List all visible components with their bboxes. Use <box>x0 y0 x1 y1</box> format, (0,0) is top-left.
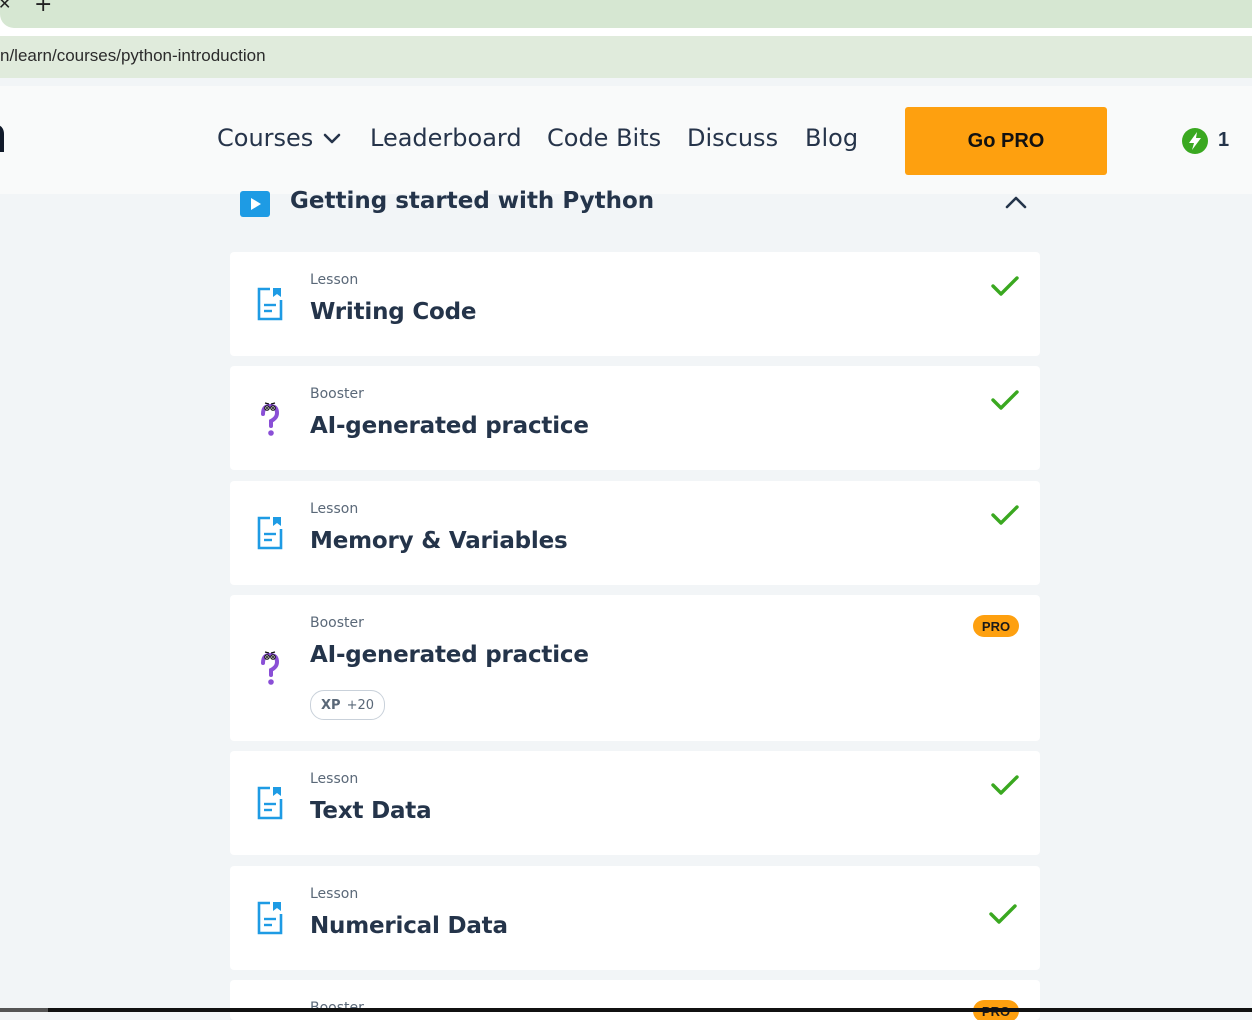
browser-tabstrip: ✕ + <box>0 0 1252 36</box>
question-mascot-icon <box>261 651 280 685</box>
xp-label: XP <box>321 697 341 713</box>
item-title: Memory & Variables <box>310 528 568 554</box>
item-title: AI-generated practice <box>310 413 589 439</box>
lesson-doc-icon <box>257 516 283 550</box>
check-icon <box>991 775 1019 795</box>
nav-leaderboard[interactable]: Leaderboard <box>370 124 522 152</box>
list-item[interactable]: Booster PRO <box>230 980 1040 1020</box>
item-type: Lesson <box>310 771 359 787</box>
check-icon <box>991 390 1019 410</box>
lesson-doc-icon <box>257 287 283 321</box>
tab-bar <box>0 0 1252 28</box>
lesson-doc-icon <box>257 901 283 935</box>
new-tab-button[interactable]: + <box>34 0 52 17</box>
streak-count[interactable]: 1 <box>1218 129 1229 152</box>
lesson-doc-icon <box>257 786 283 820</box>
chevron-up-icon[interactable] <box>1004 194 1028 210</box>
item-title: AI-generated practice <box>310 642 589 668</box>
module-header[interactable]: Getting started with Python <box>230 180 1040 230</box>
list-item[interactable]: Booster AI-generated practice <box>230 366 1040 470</box>
nav-discuss[interactable]: Discuss <box>687 124 778 152</box>
list-item[interactable]: Lesson Numerical Data <box>230 866 1040 970</box>
list-item[interactable]: Lesson Writing Code <box>230 252 1040 356</box>
check-icon <box>989 904 1017 924</box>
list-item[interactable]: Booster AI-generated practice PRO XP +20 <box>230 595 1040 741</box>
item-type: Lesson <box>310 272 359 288</box>
item-title: Writing Code <box>310 299 477 325</box>
question-mascot-icon <box>261 402 280 436</box>
xp-value: +20 <box>346 697 374 713</box>
check-icon <box>991 276 1019 296</box>
nav-courses[interactable]: Courses <box>217 124 341 152</box>
item-type: Booster <box>310 615 364 631</box>
pro-badge: PRO <box>973 615 1019 637</box>
nav-courses-label: Courses <box>217 124 314 152</box>
go-pro-button[interactable]: Go PRO <box>905 107 1107 175</box>
xp-chip: XP +20 <box>310 690 385 720</box>
item-type: Lesson <box>310 886 359 902</box>
nav-code-bits[interactable]: Code Bits <box>547 124 661 152</box>
item-type: Booster <box>310 386 364 402</box>
item-type: Lesson <box>310 501 359 517</box>
site-logo[interactable] <box>0 120 6 154</box>
url-text[interactable]: n/learn/courses/python-introduction <box>0 46 266 66</box>
module-title: Getting started with Python <box>290 188 655 214</box>
item-title: Numerical Data <box>310 913 508 939</box>
item-title: Text Data <box>310 798 432 824</box>
chevron-down-icon <box>323 133 341 144</box>
check-icon <box>991 505 1019 525</box>
close-tab-icon[interactable]: ✕ <box>0 0 11 13</box>
bottom-scrollbar[interactable] <box>0 1008 1252 1012</box>
scrollbar-thumb[interactable] <box>0 1008 48 1012</box>
list-item[interactable]: Lesson Text Data <box>230 751 1040 855</box>
address-bar[interactable]: n/learn/courses/python-introduction <box>0 36 1252 78</box>
list-item[interactable]: Lesson Memory & Variables <box>230 481 1040 585</box>
nav-blog[interactable]: Blog <box>805 124 858 152</box>
video-play-icon <box>240 191 270 217</box>
streak-bolt-icon <box>1182 128 1208 154</box>
